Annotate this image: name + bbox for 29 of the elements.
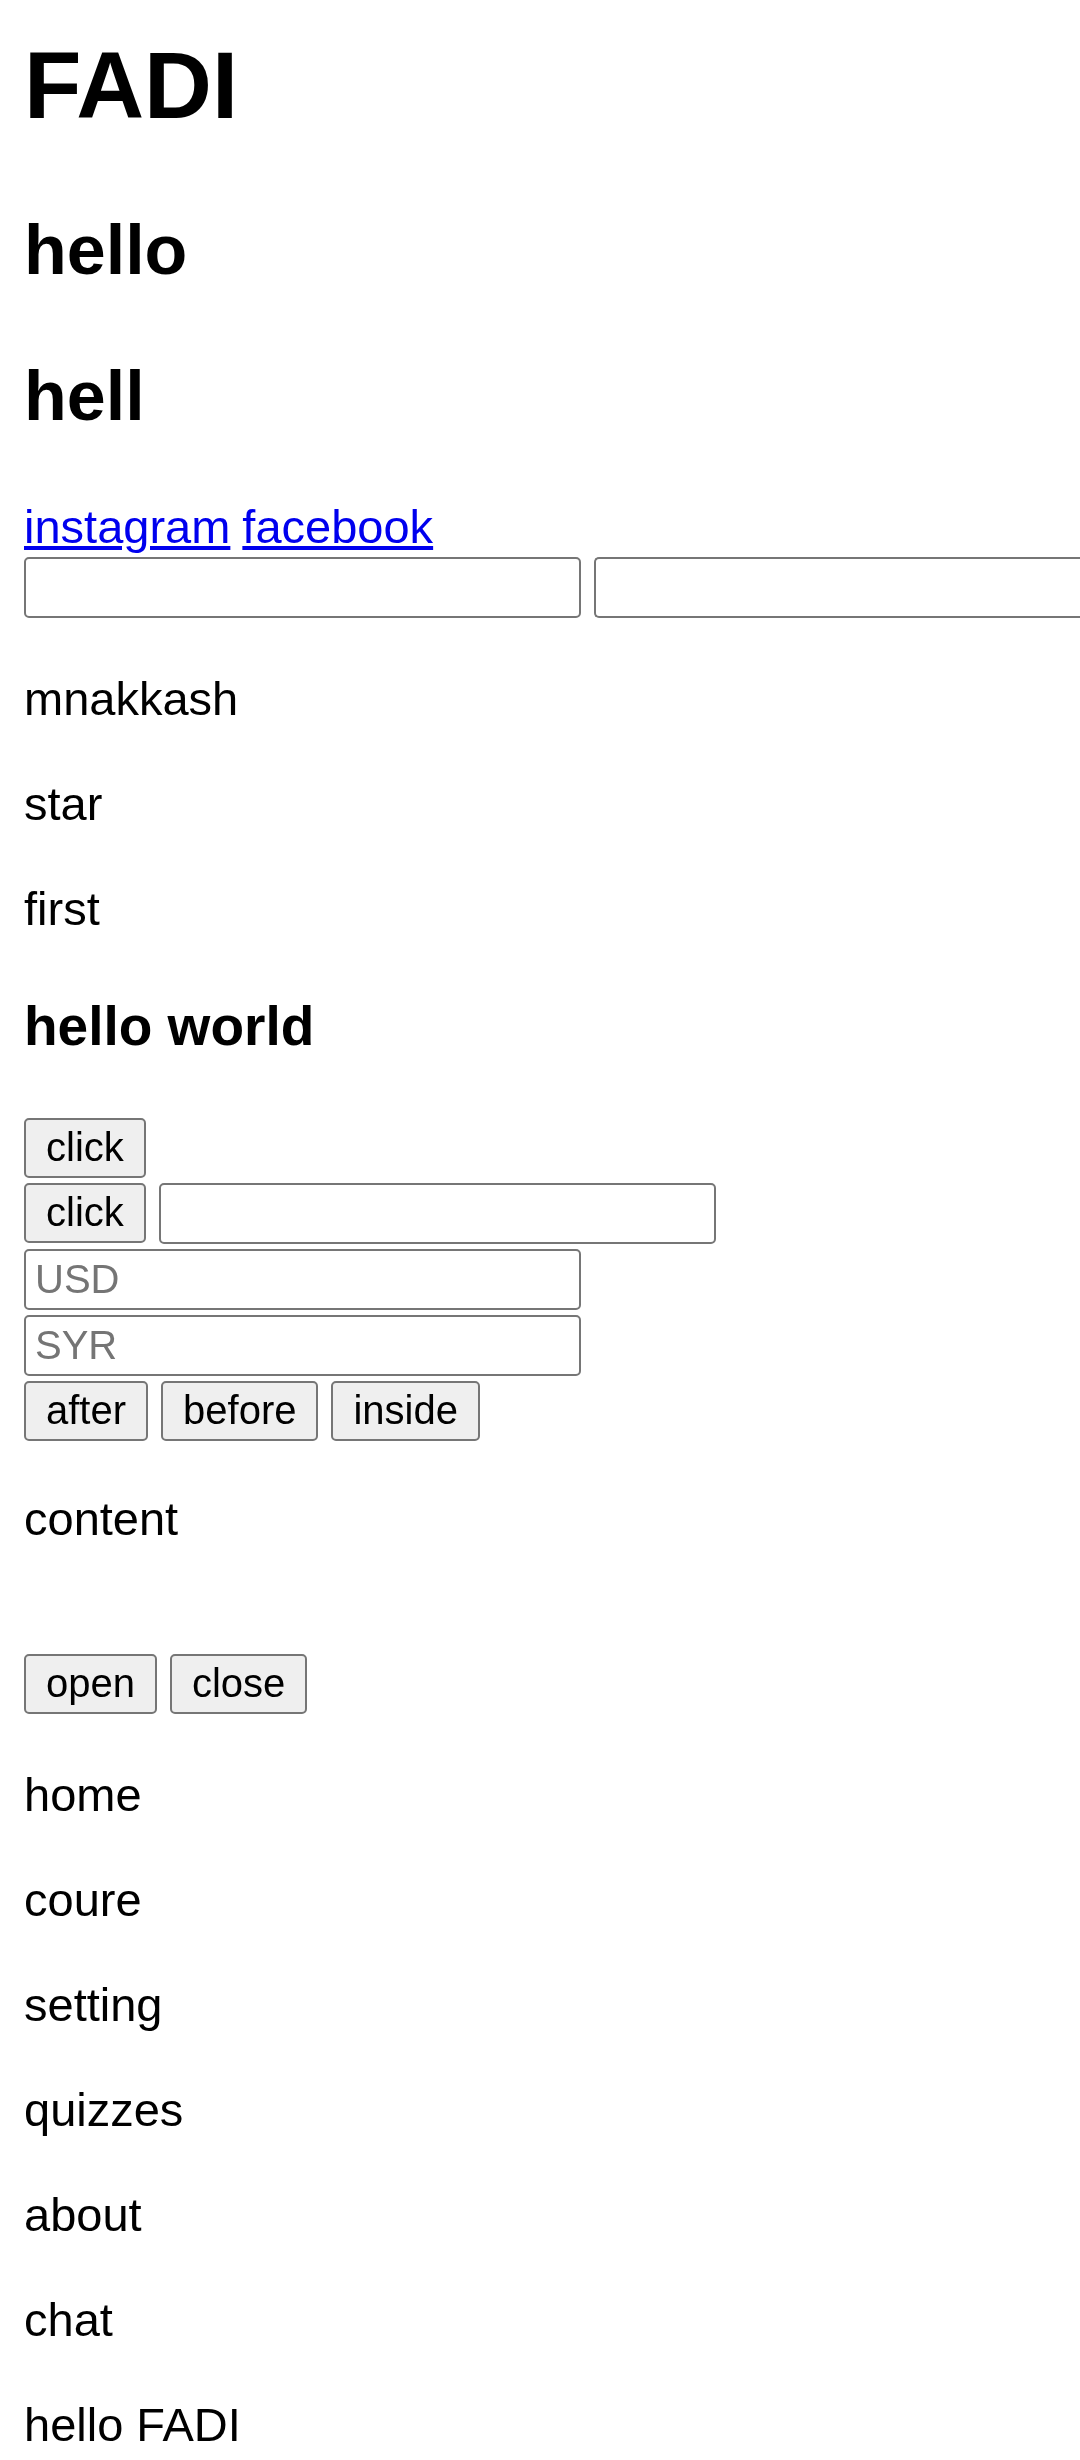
action-button[interactable]: before [161, 1380, 319, 1441]
action-button[interactable]: inside [331, 1380, 480, 1441]
text-input[interactable] [158, 1182, 716, 1244]
action-button[interactable]: click [24, 1117, 146, 1178]
paragraph-text: quizzes [24, 2082, 184, 2137]
action-button[interactable]: click [24, 1182, 146, 1243]
paragraph-text: setting [24, 1977, 163, 2032]
text-input[interactable] [594, 557, 1080, 619]
paragraph-text: content [24, 1491, 179, 1546]
paragraph-text: coure [24, 1872, 142, 1927]
action-button[interactable]: close [170, 1653, 308, 1714]
paragraph-text: chat [24, 2292, 113, 2347]
paragraph-text: about [24, 2187, 142, 2242]
paragraph-text: home [24, 1767, 142, 1822]
text-input[interactable]: SYR [24, 1314, 581, 1376]
subheading: hello world [24, 995, 315, 1059]
text-input[interactable]: USD [24, 1248, 581, 1310]
text-input[interactable] [24, 557, 581, 619]
action-button[interactable]: after [24, 1380, 149, 1441]
heading: hell [24, 355, 145, 437]
page-title: FADI [24, 32, 239, 140]
heading: hello [24, 210, 188, 291]
paragraph-text: mnakkash [24, 672, 239, 727]
link[interactable]: facebook [242, 500, 434, 555]
link[interactable]: instagram [24, 500, 231, 555]
paragraph-text: first [24, 882, 100, 937]
paragraph-text: star [24, 777, 103, 832]
paragraph-text: hello FADI [24, 2397, 241, 2452]
action-button[interactable]: open [24, 1653, 157, 1714]
